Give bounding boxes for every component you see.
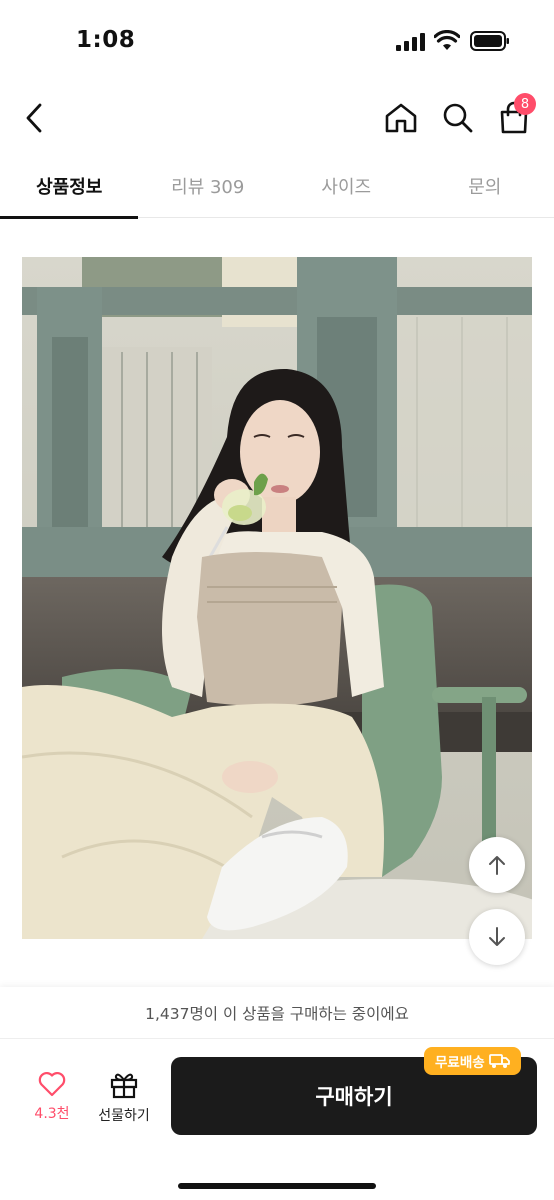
cellular-signal-icon — [396, 33, 425, 51]
wifi-icon — [434, 30, 460, 50]
delivery-truck-icon — [488, 1054, 510, 1068]
arrow-up-icon — [489, 856, 505, 875]
tab-product-info[interactable]: 상품정보 — [0, 154, 139, 219]
home-icon — [385, 103, 417, 133]
arrow-down-icon — [489, 927, 505, 946]
tab-inquiry[interactable]: 문의 — [416, 154, 554, 218]
tab-size[interactable]: 사이즈 — [277, 154, 416, 218]
status-bar: 1:08 — [0, 0, 554, 84]
scroll-bottom-button[interactable] — [469, 909, 525, 965]
product-photo[interactable] — [22, 257, 532, 939]
home-button[interactable] — [381, 98, 421, 138]
heart-icon — [38, 1072, 66, 1097]
free-shipping-badge: 무료배송 — [424, 1047, 521, 1075]
free-shipping-label: 무료배송 — [435, 1055, 485, 1071]
gift-label: 선물하기 — [98, 1108, 150, 1124]
search-button[interactable] — [438, 98, 478, 138]
like-count: 4.3천 — [34, 1106, 70, 1122]
gift-icon — [110, 1073, 138, 1099]
search-icon — [443, 103, 473, 133]
status-time: 1:08 — [76, 27, 136, 53]
cart-count-badge: 8 — [514, 93, 536, 115]
home-indicator — [178, 1183, 376, 1189]
product-tabs: 상품정보 리뷰 309 사이즈 문의 — [0, 154, 554, 219]
product-photo-illustration — [22, 257, 532, 939]
back-button[interactable] — [14, 98, 54, 138]
purchase-bar: 1,437명이 이 상품을 구매하는 중이에요 4.3천 선물하기 구매하기 무… — [0, 987, 554, 1200]
top-navigation: 8 — [0, 84, 554, 154]
cart-button[interactable]: 8 — [494, 93, 536, 138]
tab-reviews[interactable]: 리뷰 309 — [139, 154, 278, 218]
gift-button[interactable]: 선물하기 — [92, 1071, 156, 1131]
battery-icon — [470, 31, 509, 51]
like-button[interactable]: 4.3천 — [26, 1071, 78, 1131]
scroll-top-button[interactable] — [469, 837, 525, 893]
buyers-count-banner: 1,437명이 이 상품을 구매하는 중이에요 — [0, 987, 554, 1039]
chevron-left-icon — [26, 103, 42, 133]
